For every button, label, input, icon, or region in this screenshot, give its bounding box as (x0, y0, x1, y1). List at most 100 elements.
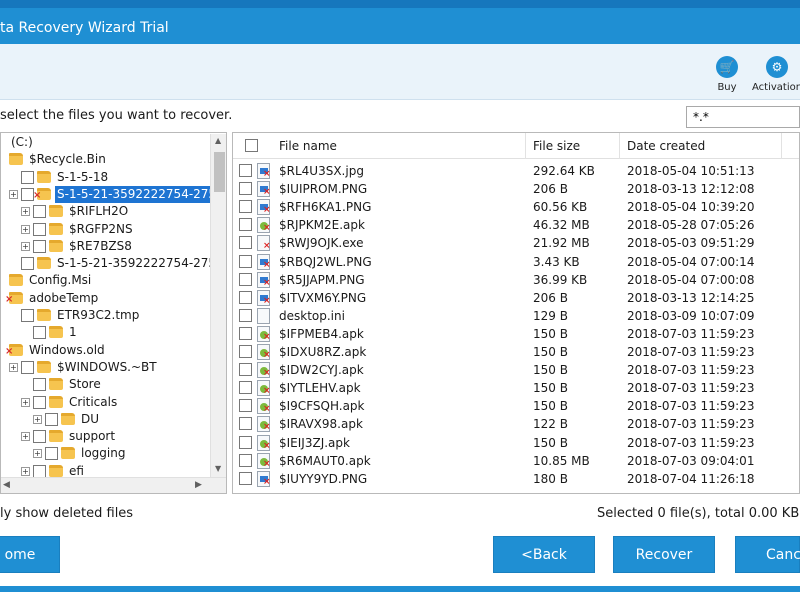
tree-checkbox[interactable] (21, 309, 34, 322)
file-row[interactable]: × $IRAVX98.apk 122 B 2018-07-03 11:59:23 (233, 415, 799, 433)
scroll-up-icon[interactable]: ▲ (215, 136, 221, 145)
expand-toggle-icon[interactable]: + (21, 224, 30, 234)
tree-checkbox[interactable] (21, 170, 34, 184)
tree-item[interactable]: + $RIFLH2O (1, 203, 209, 220)
tree-checkbox[interactable] (33, 326, 46, 340)
tree-checkbox[interactable] (33, 239, 46, 253)
tree-item[interactable]: + DU (1, 411, 209, 428)
tree-item[interactable]: + $WINDOWS.~BT (1, 359, 209, 376)
expand-toggle-icon[interactable]: + (9, 189, 18, 199)
tree-checkbox[interactable] (45, 412, 58, 426)
tree-horizontal-scrollbar[interactable]: ◀ ▶ (1, 477, 226, 493)
tree-checkbox[interactable] (21, 257, 34, 271)
file-list[interactable]: File name File size Date created × $RL4U3… (232, 132, 800, 494)
file-checkbox[interactable] (239, 453, 252, 467)
file-checkbox[interactable] (239, 471, 252, 485)
file-row[interactable]: × $I9CFSQH.apk 150 B 2018-07-03 11:59:23 (233, 397, 799, 415)
home-button[interactable]: ome (0, 536, 60, 573)
back-button[interactable]: <Back (493, 536, 595, 573)
column-date-created[interactable]: Date created (627, 139, 705, 153)
tree-item[interactable]: (C:) (1, 134, 209, 151)
tree-checkbox[interactable] (33, 430, 46, 444)
tree-item[interactable]: S-1-5-21-3592222754-2759360 (1, 255, 226, 272)
file-checkbox[interactable] (239, 272, 252, 286)
file-checkbox[interactable] (239, 308, 252, 322)
file-checkbox[interactable] (239, 326, 252, 340)
expand-toggle-icon[interactable]: + (21, 397, 30, 407)
tree-vertical-scrollbar[interactable]: ▲ ▼ (210, 134, 226, 477)
tree-item[interactable]: × adobeTemp (1, 290, 209, 307)
expand-toggle-icon[interactable]: + (21, 466, 30, 476)
expand-toggle-icon[interactable]: + (33, 414, 42, 424)
file-checkbox[interactable] (239, 200, 252, 214)
file-row[interactable]: × $IDXU8RZ.apk 150 B 2018-07-03 11:59:23 (233, 343, 799, 361)
expand-toggle-icon[interactable]: + (33, 449, 42, 459)
cancel-button[interactable]: Cance (735, 536, 800, 573)
tree-item[interactable]: Config.Msi (1, 272, 209, 289)
file-checkbox[interactable] (239, 363, 252, 377)
file-checkbox[interactable] (239, 345, 252, 358)
file-checkbox[interactable] (239, 164, 252, 177)
file-checkbox[interactable] (239, 381, 252, 395)
tree-checkbox[interactable] (33, 395, 46, 409)
recover-button[interactable]: Recover (613, 536, 715, 573)
tree-checkbox[interactable] (33, 464, 46, 478)
select-all-checkbox[interactable] (245, 139, 258, 152)
file-row[interactable]: × $RWJ9OJK.exe 21.92 MB 2018-05-03 09:51:29 (233, 234, 799, 252)
tree-item[interactable]: Store (1, 376, 209, 393)
file-row[interactable]: × $IDW2CYJ.apk 150 B 2018-07-03 11:59:23 (233, 361, 799, 379)
tree-item[interactable]: + $RE7BZS8 (1, 238, 209, 255)
tree-item[interactable]: S-1-5-18 (1, 169, 209, 186)
tree-item[interactable]: + × S-1-5-21-3592222754-2759360 (1, 185, 226, 203)
tree-item[interactable]: $Recycle.Bin (1, 151, 209, 168)
file-row[interactable]: × $IUYY9YD.PNG 180 B 2018-07-04 11:26:18 (233, 470, 799, 488)
tree-checkbox[interactable] (33, 378, 46, 392)
tree-item[interactable]: + support (1, 428, 209, 445)
tree-checkbox[interactable] (21, 360, 34, 374)
file-checkbox[interactable] (239, 236, 252, 250)
file-checkbox[interactable] (239, 435, 252, 449)
file-row[interactable]: × $RL4U3SX.jpg 292.64 KB 2018-05-04 10:51:1… (233, 162, 799, 180)
file-checkbox[interactable] (239, 417, 252, 431)
tree-item[interactable]: 1 (1, 324, 209, 341)
buy-button[interactable]: 🛒 Buy (716, 56, 738, 93)
expand-toggle-icon[interactable]: + (21, 432, 30, 442)
column-file-name[interactable]: File name (279, 139, 337, 153)
tree-checkbox[interactable] (45, 447, 58, 461)
filter-input[interactable] (686, 106, 800, 128)
tree-item[interactable]: ETR93C2.tmp (1, 307, 209, 324)
scroll-left-icon[interactable]: ◀ (3, 480, 10, 490)
file-row[interactable]: × $IYTLEHV.apk 150 B 2018-07-03 11:59:23 (233, 379, 799, 397)
file-row[interactable]: × $R5JJAPM.PNG 36.99 KB 2018-05-04 07:00:08 (233, 271, 799, 289)
tree-checkbox[interactable] (33, 222, 46, 236)
tree-item[interactable]: × Windows.old (1, 342, 209, 359)
file-row[interactable]: × $IUIPROM.PNG 206 B 2018-03-13 12:12:08 (233, 180, 799, 198)
file-checkbox[interactable] (239, 182, 252, 196)
file-checkbox[interactable] (239, 254, 252, 268)
tree-item[interactable]: + logging (1, 445, 209, 462)
file-row[interactable]: × $RJPKM2E.apk 46.32 MB 2018-05-28 07:05:26 (233, 216, 799, 234)
file-checkbox[interactable] (239, 290, 252, 304)
expand-toggle-icon[interactable]: + (21, 207, 30, 217)
tree-scroll-thumb[interactable] (214, 152, 225, 192)
column-file-size[interactable]: File size (533, 139, 580, 153)
file-row[interactable]: × $R6MAUT0.apk 10.85 MB 2018-07-03 09:04:01 (233, 452, 799, 470)
show-deleted-only-label[interactable]: ly show deleted files (0, 506, 133, 521)
tree-item[interactable]: + $RGFP2NS (1, 221, 209, 238)
file-row[interactable]: × $IEIJ3ZJ.apk 150 B 2018-07-03 11:59:23 (233, 434, 799, 452)
expand-toggle-icon[interactable]: + (21, 241, 30, 251)
file-row[interactable]: × $RFH6KA1.PNG 60.56 KB 2018-05-04 10:39:20 (233, 198, 799, 216)
scroll-right-icon[interactable]: ▶ (195, 480, 202, 490)
file-checkbox[interactable] (239, 218, 252, 232)
file-row[interactable]: desktop.ini 129 B 2018-03-09 10:07:09 (233, 307, 799, 325)
tree-item[interactable]: + Criticals (1, 394, 209, 411)
file-row[interactable]: × $IFPMEB4.apk 150 B 2018-07-03 11:59:23 (233, 325, 799, 343)
scroll-down-icon[interactable]: ▼ (215, 464, 221, 473)
file-checkbox[interactable] (239, 399, 252, 413)
file-row[interactable]: × $ITVXM6Y.PNG 206 B 2018-03-13 12:14:25 (233, 289, 799, 307)
tree-checkbox[interactable] (33, 205, 46, 219)
activation-button[interactable]: ⚙ Activation (752, 56, 800, 93)
folder-tree[interactable]: (C:) $Recycle.Bin S-1-5-18 + × S-1-5-21-35922… (0, 132, 227, 494)
file-row[interactable]: × $RBQJ2WL.PNG 3.43 KB 2018-05-04 07:00:14 (233, 253, 799, 271)
expand-toggle-icon[interactable]: + (9, 362, 18, 372)
